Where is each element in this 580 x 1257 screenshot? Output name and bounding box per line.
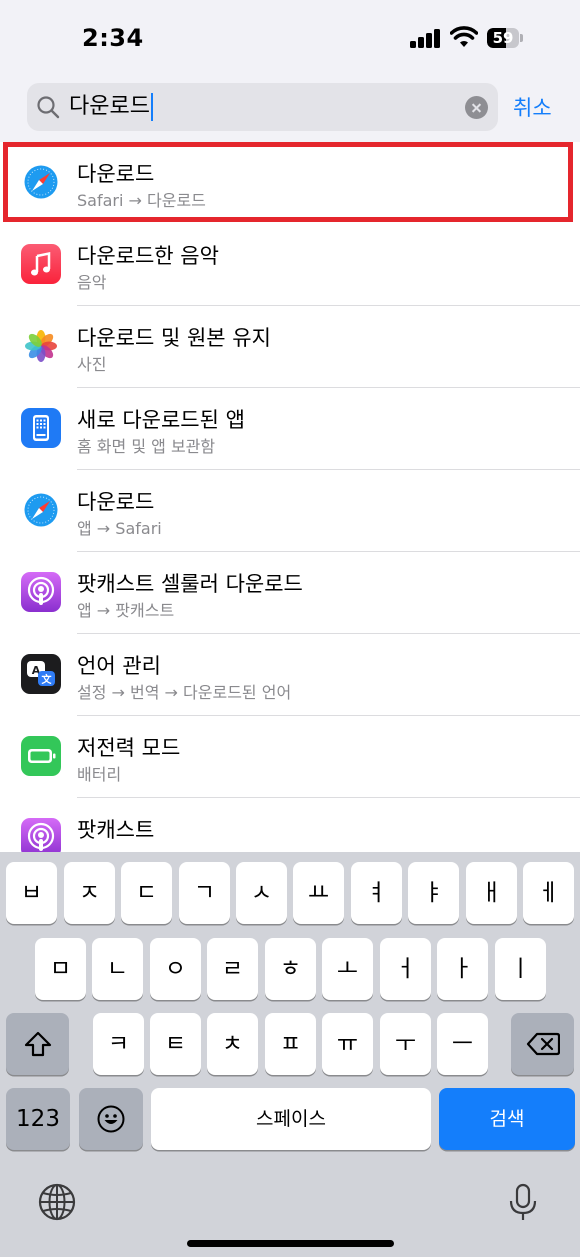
result-title: 언어 관리 bbox=[77, 654, 161, 678]
microphone-icon[interactable] bbox=[503, 1182, 543, 1222]
backspace-icon bbox=[526, 1032, 560, 1056]
shift-icon bbox=[24, 1031, 51, 1057]
shift-key[interactable] bbox=[6, 1013, 69, 1075]
emoji-key[interactable] bbox=[79, 1088, 143, 1150]
key[interactable]: ㅜ bbox=[380, 1013, 431, 1075]
key[interactable]: ㅛ bbox=[293, 862, 344, 924]
result-subtitle: 사진 bbox=[77, 355, 107, 374]
key[interactable]: ㅐ bbox=[466, 862, 517, 924]
battery-icon: 59 bbox=[487, 28, 523, 48]
cellular-signal-icon bbox=[410, 28, 442, 48]
key[interactable]: ㅣ bbox=[495, 938, 546, 1000]
emoji-icon bbox=[97, 1105, 125, 1133]
result-title: 다운로드 bbox=[77, 490, 155, 514]
status-bar: 2:34 59 bbox=[0, 0, 580, 80]
text-cursor bbox=[150, 93, 154, 121]
search-input[interactable]: 다운로드 bbox=[69, 92, 154, 122]
key[interactable]: ㄱ bbox=[179, 862, 230, 924]
key[interactable]: ㅔ bbox=[523, 862, 574, 924]
result-subtitle: 음악 bbox=[77, 273, 107, 292]
cancel-button[interactable]: 취소 bbox=[513, 92, 552, 122]
battery-icon bbox=[21, 736, 61, 776]
result-title: 다운로드한 음악 bbox=[77, 244, 219, 268]
translate-icon: A 文 bbox=[21, 654, 61, 694]
result-row[interactable]: 팟캐스트 bbox=[0, 798, 580, 852]
result-row[interactable]: 다운로드 및 원본 유지 사진 bbox=[0, 306, 580, 388]
key[interactable]: ㅏ bbox=[437, 938, 488, 1000]
space-bar[interactable]: 스페이스 bbox=[151, 1088, 431, 1150]
key[interactable]: ㄹ bbox=[207, 938, 258, 1000]
result-title: 저전력 모드 bbox=[77, 736, 181, 760]
key[interactable]: ㅊ bbox=[207, 1013, 258, 1075]
clear-search-icon[interactable] bbox=[465, 96, 488, 119]
result-title: 다운로드 및 원본 유지 bbox=[77, 326, 271, 350]
podcasts-icon bbox=[21, 818, 61, 852]
delete-key[interactable] bbox=[511, 1013, 574, 1075]
search-field[interactable]: 다운로드 bbox=[27, 83, 498, 131]
key[interactable]: ㅈ bbox=[64, 862, 115, 924]
result-subtitle: 앱 → Safari bbox=[77, 519, 162, 538]
result-subtitle: 배터리 bbox=[77, 765, 122, 784]
result-title: 팟캐스트 bbox=[77, 818, 155, 842]
result-title: 새로 다운로드된 앱 bbox=[77, 408, 245, 432]
result-row[interactable]: 다운로드 Safari → 다운로드 bbox=[0, 142, 580, 224]
key[interactable]: ㅌ bbox=[150, 1013, 201, 1075]
highlight-box bbox=[3, 142, 573, 222]
result-row[interactable]: 새로 다운로드된 앱 홈 화면 및 앱 보관함 bbox=[0, 388, 580, 470]
home-indicator[interactable] bbox=[187, 1240, 394, 1247]
result-row[interactable]: 팟캐스트 셀룰러 다운로드 앱 → 팟캐스트 bbox=[0, 552, 580, 634]
key[interactable]: ㅅ bbox=[236, 862, 287, 924]
search-button[interactable]: 검색 bbox=[439, 1088, 575, 1150]
result-row[interactable]: 다운로드 앱 → Safari bbox=[0, 470, 580, 552]
key[interactable]: ㅗ bbox=[322, 938, 373, 1000]
globe-icon[interactable] bbox=[37, 1182, 77, 1222]
safari-icon bbox=[21, 490, 61, 530]
result-subtitle: 홈 화면 및 앱 보관함 bbox=[77, 437, 216, 456]
key[interactable]: ㅎ bbox=[265, 938, 316, 1000]
result-title: 팟캐스트 셀룰러 다운로드 bbox=[77, 572, 303, 596]
home-screen-icon bbox=[21, 408, 61, 448]
key[interactable]: ㅓ bbox=[380, 938, 431, 1000]
svg-text:文: 文 bbox=[42, 673, 53, 686]
result-subtitle: 앱 → 팟캐스트 bbox=[77, 601, 175, 620]
key[interactable]: ㅕ bbox=[351, 862, 402, 924]
result-row[interactable]: 다운로드한 음악 음악 bbox=[0, 224, 580, 306]
key[interactable]: ㅑ bbox=[408, 862, 459, 924]
keyboard: ㅂ ㅈ ㄷ ㄱ ㅅ ㅛ ㅕ ㅑ ㅐ ㅔ ㅁ ㄴ ㅇ ㄹ ㅎ ㅗ ㅓ ㅏ ㅣ ㅋ … bbox=[0, 852, 580, 1257]
result-row[interactable]: A 文 언어 관리 설정 → 번역 → 다운로드된 언어 bbox=[0, 634, 580, 716]
key[interactable]: ㄴ bbox=[92, 938, 143, 1000]
music-icon bbox=[21, 244, 61, 284]
result-row[interactable]: 저전력 모드 배터리 bbox=[0, 716, 580, 798]
key[interactable]: ㅁ bbox=[35, 938, 86, 1000]
key[interactable]: ㅠ bbox=[322, 1013, 373, 1075]
battery-percentage: 59 bbox=[492, 29, 514, 47]
key[interactable]: ㄷ bbox=[121, 862, 172, 924]
podcasts-icon bbox=[21, 572, 61, 612]
numbers-key[interactable]: 123 bbox=[6, 1088, 70, 1150]
search-icon bbox=[37, 96, 60, 119]
key[interactable]: ㅋ bbox=[93, 1013, 144, 1075]
photos-icon bbox=[21, 326, 61, 366]
wifi-icon bbox=[450, 26, 478, 47]
result-subtitle: 설정 → 번역 → 다운로드된 언어 bbox=[77, 683, 292, 702]
key[interactable]: ㅍ bbox=[265, 1013, 316, 1075]
search-results-list: 다운로드 Safari → 다운로드 다운로드한 음악 음악 다운로드 및 원본… bbox=[0, 142, 580, 852]
key[interactable]: ㅂ bbox=[6, 862, 57, 924]
status-time: 2:34 bbox=[82, 24, 144, 52]
key[interactable]: ㅡ bbox=[437, 1013, 488, 1075]
key[interactable]: ㅇ bbox=[150, 938, 201, 1000]
